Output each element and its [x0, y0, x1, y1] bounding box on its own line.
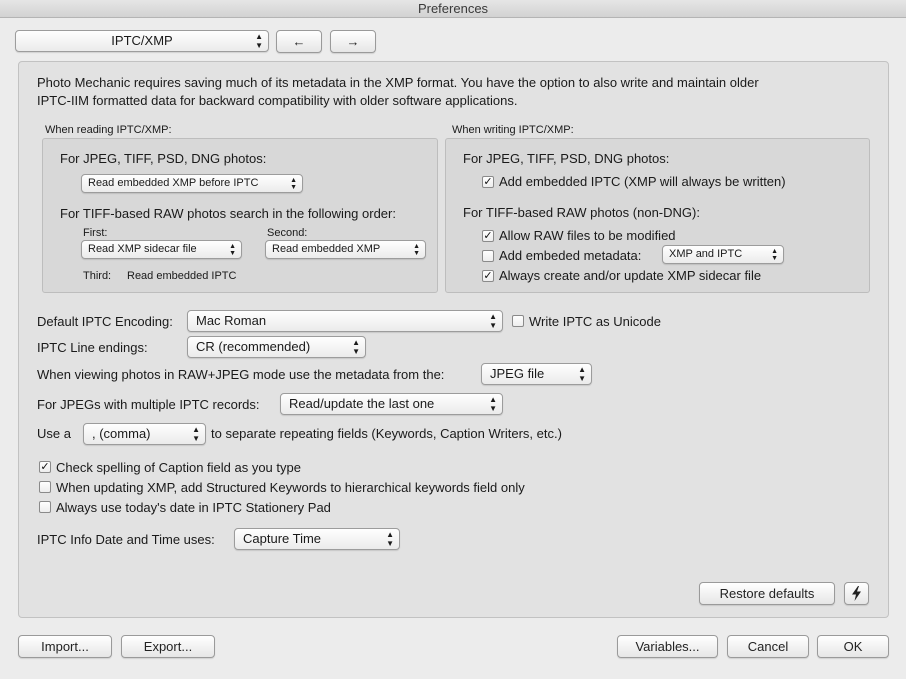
encoding-value: Mac Roman	[196, 313, 267, 328]
variables-button[interactable]: Variables...	[617, 635, 718, 658]
lightning-button[interactable]	[844, 582, 869, 605]
intro-line-1: Photo Mechanic requires saving much of i…	[37, 75, 759, 90]
line-endings-label: IPTC Line endings:	[37, 340, 148, 355]
section-popup[interactable]: IPTC/XMP ▲ ▼	[15, 30, 269, 52]
popup-arrows-icon: ▲ ▼	[771, 247, 778, 262]
reading-second-popup[interactable]: Read embedded XMP ▲ ▼	[265, 240, 426, 259]
datetime-popup[interactable]: Capture Time ▲ ▼	[234, 528, 400, 550]
write-unicode-label[interactable]: Write IPTC as Unicode	[529, 314, 661, 329]
raw-jpeg-label: When viewing photos in RAW+JPEG mode use…	[37, 367, 445, 382]
always-sidecar-checkbox[interactable]: ✓	[482, 270, 494, 282]
allow-raw-label[interactable]: Allow RAW files to be modified	[499, 228, 676, 243]
add-metadata-popup[interactable]: XMP and IPTC ▲ ▼	[662, 245, 784, 264]
forward-button[interactable]: →	[330, 30, 376, 53]
add-iptc-label[interactable]: Add embedded IPTC (XMP will always be wr…	[499, 174, 786, 189]
add-metadata-checkbox[interactable]	[482, 250, 494, 262]
reading-second-label: Second:	[267, 227, 308, 239]
lightning-icon	[852, 586, 861, 601]
multi-records-popup[interactable]: Read/update the last one ▲ ▼	[280, 393, 503, 415]
writing-jpeg-label: For JPEG, TIFF, PSD, DNG photos:	[463, 151, 670, 166]
popup-arrows-icon: ▲ ▼	[229, 242, 236, 257]
reading-third-value: Read embedded IPTC	[127, 270, 237, 282]
allow-raw-checkbox[interactable]: ✓	[482, 230, 494, 242]
settings-panel: Photo Mechanic requires saving much of i…	[18, 61, 889, 618]
intro-line-2: IPTC-IIM formatted data for backward com…	[37, 93, 518, 108]
raw-jpeg-popup[interactable]: JPEG file ▲ ▼	[481, 363, 592, 385]
window-title: Preferences	[0, 0, 906, 18]
popup-arrows-icon: ▲ ▼	[489, 395, 497, 413]
reading-jpeg-popup[interactable]: Read embedded XMP before IPTC ▲ ▼	[81, 174, 303, 193]
section-popup-label: IPTC/XMP	[111, 33, 173, 48]
add-metadata-label[interactable]: Add embeded metadata:	[499, 248, 641, 263]
popup-arrows-icon: ▲ ▼	[489, 312, 497, 330]
encoding-label: Default IPTC Encoding:	[37, 314, 173, 329]
line-endings-value: CR (recommended)	[196, 339, 311, 354]
write-unicode-checkbox[interactable]	[512, 315, 524, 327]
separator-value: , (comma)	[92, 426, 151, 441]
reading-group-title: When reading IPTC/XMP:	[45, 124, 172, 136]
popup-arrows-icon: ▲ ▼	[386, 530, 394, 548]
back-button[interactable]: ←	[276, 30, 322, 53]
writing-group: For JPEG, TIFF, PSD, DNG photos: ✓ Add e…	[445, 138, 870, 293]
separator-popup[interactable]: , (comma) ▲ ▼	[83, 423, 206, 445]
separator-suffix: to separate repeating fields (Keywords, …	[211, 426, 562, 441]
always-sidecar-label[interactable]: Always create and/or update XMP sidecar …	[499, 268, 761, 283]
add-iptc-checkbox[interactable]: ✓	[482, 176, 494, 188]
multi-records-label: For JPEGs with multiple IPTC records:	[37, 397, 260, 412]
structured-keywords-checkbox[interactable]	[39, 481, 51, 493]
reading-first-popup[interactable]: Read XMP sidecar file ▲ ▼	[81, 240, 242, 259]
reading-raw-label: For TIFF-based RAW photos search in the …	[60, 206, 396, 221]
today-date-checkbox[interactable]	[39, 501, 51, 513]
spell-check-checkbox[interactable]: ✓	[39, 461, 51, 473]
today-date-label[interactable]: Always use today's date in IPTC Statione…	[56, 500, 331, 515]
cancel-button[interactable]: Cancel	[727, 635, 809, 658]
ok-button[interactable]: OK	[817, 635, 889, 658]
popup-arrows-icon: ▲ ▼	[578, 365, 586, 383]
datetime-value: Capture Time	[243, 531, 322, 546]
writing-raw-label: For TIFF-based RAW photos (non-DNG):	[463, 205, 700, 220]
popup-arrows-icon: ▲ ▼	[255, 32, 263, 50]
datetime-label: IPTC Info Date and Time uses:	[37, 532, 215, 547]
separator-prefix: Use a	[37, 426, 71, 441]
reading-second-value: Read embedded XMP	[272, 243, 381, 255]
encoding-popup[interactable]: Mac Roman ▲ ▼	[187, 310, 503, 332]
writing-group-title: When writing IPTC/XMP:	[452, 124, 574, 136]
popup-arrows-icon: ▲ ▼	[352, 338, 360, 356]
reading-first-label: First:	[83, 227, 108, 239]
reading-jpeg-value: Read embedded XMP before IPTC	[88, 177, 259, 189]
structured-keywords-label[interactable]: When updating XMP, add Structured Keywor…	[56, 480, 525, 495]
add-metadata-value: XMP and IPTC	[669, 248, 743, 260]
import-button[interactable]: Import...	[18, 635, 112, 658]
popup-arrows-icon: ▲ ▼	[290, 176, 297, 191]
raw-jpeg-value: JPEG file	[490, 366, 545, 381]
popup-arrows-icon: ▲ ▼	[192, 425, 200, 443]
export-button[interactable]: Export...	[121, 635, 215, 658]
multi-records-value: Read/update the last one	[289, 396, 435, 411]
popup-arrows-icon: ▲ ▼	[413, 242, 420, 257]
reading-third-label: Third:	[83, 270, 112, 282]
reading-group: For JPEG, TIFF, PSD, DNG photos: Read em…	[42, 138, 438, 293]
spell-check-label[interactable]: Check spelling of Caption field as you t…	[56, 460, 301, 475]
reading-first-value: Read XMP sidecar file	[88, 243, 197, 255]
line-endings-popup[interactable]: CR (recommended) ▲ ▼	[187, 336, 366, 358]
restore-defaults-button[interactable]: Restore defaults	[699, 582, 835, 605]
reading-jpeg-label: For JPEG, TIFF, PSD, DNG photos:	[60, 151, 267, 166]
